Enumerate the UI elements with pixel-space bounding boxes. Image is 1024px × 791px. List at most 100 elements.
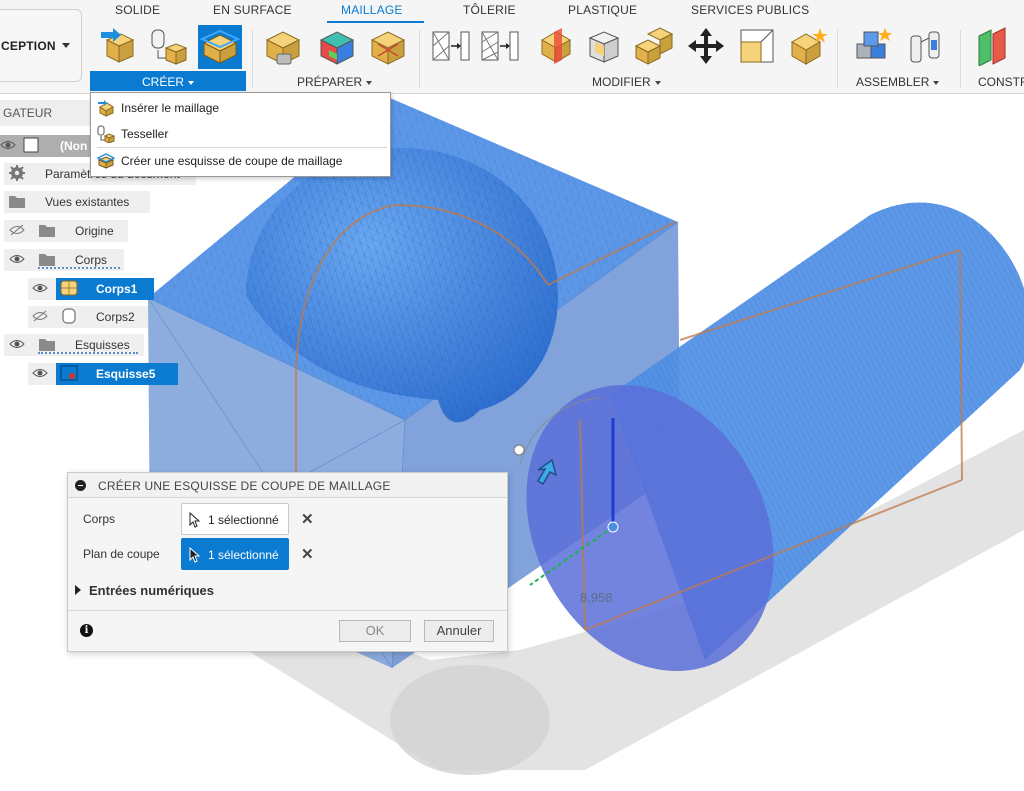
colored-face-groups-icon xyxy=(319,31,355,65)
assembler-group-menu[interactable]: ASSEMBLER xyxy=(856,75,940,89)
link-indicator xyxy=(38,267,120,269)
workspace-switcher[interactable]: CEPTION xyxy=(0,9,82,82)
browser-item-vues[interactable]: Vues existantes xyxy=(0,190,160,214)
tessellate-button[interactable] xyxy=(148,26,188,66)
create-mesh-section-sketch-dialog: CRÉER UNE ESQUISSE DE COUPE DE MAILLAGE … xyxy=(67,472,508,652)
menu-divider xyxy=(97,147,387,148)
dialog-title: CRÉER UNE ESQUISSE DE COUPE DE MAILLAGE xyxy=(98,479,391,493)
workspace-label: CEPTION xyxy=(1,39,56,53)
menu-item-tessellate[interactable]: Tesseller xyxy=(97,123,387,145)
generate-face-groups-button[interactable] xyxy=(263,26,303,66)
mesh-section-sketch-button[interactable] xyxy=(198,25,242,69)
collapse-icon[interactable] xyxy=(75,480,86,491)
repair-mesh-button[interactable] xyxy=(368,26,408,66)
sketch-icon xyxy=(60,365,78,381)
tab-services-publics[interactable]: SERVICES PUBLICS xyxy=(691,3,809,17)
convert-mesh-button[interactable] xyxy=(788,26,828,66)
dimension-label[interactable]: 8,958 xyxy=(580,590,613,605)
joint-icon xyxy=(910,31,940,63)
group-divider xyxy=(252,30,253,88)
menu-item-insert-mesh[interactable]: Insérer le maillage xyxy=(97,97,387,119)
group-divider xyxy=(960,30,961,88)
eye-icon[interactable] xyxy=(9,253,25,265)
preparer-group-menu[interactable]: PRÉPARER xyxy=(297,75,373,89)
info-icon[interactable]: i xyxy=(80,624,93,637)
move-icon xyxy=(688,28,724,64)
browser-item-esquisses[interactable]: Esquisses xyxy=(0,333,150,357)
face-group-colors-button[interactable] xyxy=(317,26,357,66)
rotation-handle xyxy=(513,444,525,456)
pointer-icon xyxy=(189,547,201,563)
corps-label: Corps xyxy=(83,512,116,526)
cancel-button[interactable]: Annuler xyxy=(424,620,494,642)
eye-icon[interactable] xyxy=(0,139,16,151)
joint-button[interactable] xyxy=(907,26,947,66)
eye-icon[interactable] xyxy=(32,282,48,294)
move-copy-button[interactable] xyxy=(686,26,726,66)
tab-plastique[interactable]: PLASTIQUE xyxy=(568,3,637,17)
browser-item-corps-folder[interactable]: Corps xyxy=(0,248,130,272)
menu-item-mesh-section-sketch[interactable]: Créer une esquisse de coupe de maillage xyxy=(97,150,387,172)
browser-item-label: Vues existantes xyxy=(45,195,130,209)
eye-hidden-icon[interactable] xyxy=(9,224,25,236)
browser-item-label: Esquisse5 xyxy=(96,367,156,381)
eye-icon[interactable] xyxy=(9,338,25,350)
expand-triangle-icon[interactable] xyxy=(75,585,81,595)
convert-icon xyxy=(790,28,828,65)
tab-tolerie[interactable]: TÔLERIE xyxy=(463,3,516,17)
plan-de-coupe-label: Plan de coupe xyxy=(83,547,160,561)
offset-plane-button[interactable] xyxy=(975,26,1015,66)
menu-item-label: Insérer le maillage xyxy=(121,101,220,115)
plane-cut-icon xyxy=(540,28,572,64)
construire-group-label[interactable]: CONSTR xyxy=(978,75,1024,89)
folder-icon xyxy=(9,196,25,208)
ok-button[interactable]: OK xyxy=(339,620,411,642)
mesh-body-icon xyxy=(60,280,78,296)
browser-item-label: Corps xyxy=(75,253,108,267)
browser-item-label: Corps1 xyxy=(96,282,138,296)
browser-item-esquisse5[interactable]: Esquisse5 xyxy=(0,362,180,386)
reduce-button[interactable] xyxy=(480,26,520,66)
folder-icon xyxy=(39,339,55,351)
pointer-icon xyxy=(189,512,201,528)
creer-group-menu[interactable]: CRÉER xyxy=(142,75,195,89)
plan-de-coupe-selection-button[interactable]: 1 sélectionné xyxy=(181,538,289,570)
remesh-button[interactable] xyxy=(431,26,471,66)
body-icon xyxy=(62,308,76,324)
remesh-icon xyxy=(432,31,470,61)
group-divider xyxy=(837,30,838,88)
clear-plan-icon[interactable]: ✕ xyxy=(301,545,314,563)
dialog-divider xyxy=(68,610,507,611)
insert-mesh-icon xyxy=(101,28,135,63)
repair-icon xyxy=(370,31,406,65)
mesh-section-sketch-icon xyxy=(97,153,115,169)
clear-corps-icon[interactable]: ✕ xyxy=(301,510,314,528)
eye-icon[interactable] xyxy=(32,367,48,379)
shell-button[interactable] xyxy=(584,26,624,66)
corps-selection-button[interactable]: 1 sélectionné xyxy=(181,503,289,535)
link-indicator xyxy=(38,352,138,354)
modifier-group-menu[interactable]: MODIFIER xyxy=(592,75,661,89)
tessellate-icon xyxy=(151,29,188,65)
browser-item-corps2[interactable]: Corps2 xyxy=(0,305,160,329)
dialog-title-bar[interactable]: CRÉER UNE ESQUISSE DE COUPE DE MAILLAGE xyxy=(68,473,507,498)
entrees-numeriques-toggle[interactable]: Entrées numériques xyxy=(89,583,214,598)
plan-de-coupe-selection-value: 1 sélectionné xyxy=(208,548,279,562)
plane-cut-button[interactable] xyxy=(536,26,576,66)
origin-point xyxy=(607,521,619,533)
tessellate-icon xyxy=(97,125,115,143)
menu-item-label: Créer une esquisse de coupe de maillage xyxy=(121,154,343,168)
corps-selection-value: 1 sélectionné xyxy=(208,513,279,527)
new-component-button[interactable] xyxy=(855,26,895,66)
browser-item-corps1[interactable]: Corps1 xyxy=(0,277,160,301)
tab-solide[interactable]: SOLIDE xyxy=(115,3,160,17)
tab-en-surface[interactable]: EN SURFACE xyxy=(213,3,292,17)
scale-button[interactable] xyxy=(737,26,777,66)
insert-mesh-button[interactable] xyxy=(99,26,139,66)
combine-button[interactable] xyxy=(634,26,674,66)
browser-item-label: Corps2 xyxy=(96,310,135,324)
eye-hidden-icon[interactable] xyxy=(32,310,48,322)
tab-maillage[interactable]: MAILLAGE xyxy=(341,3,403,17)
browser-item-origine[interactable]: Origine xyxy=(0,219,140,243)
browser-header: GATEUR xyxy=(0,100,92,126)
